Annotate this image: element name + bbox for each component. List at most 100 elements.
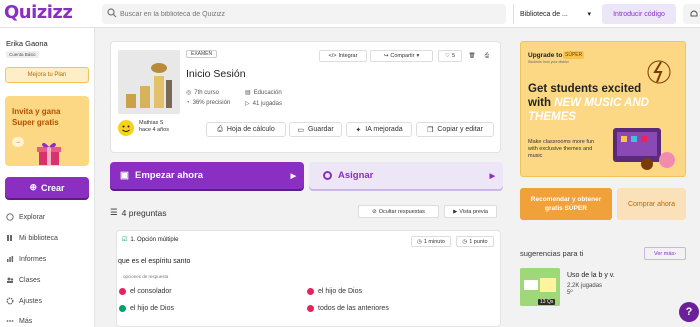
embed-label: Integrar xyxy=(338,53,358,59)
enter-code-button[interactable]: Introducir código xyxy=(602,4,676,24)
assign-icon xyxy=(323,171,332,180)
recommend-button[interactable]: Recomendar y obtener gratis SÚPER xyxy=(520,188,612,220)
subject-text: Educación xyxy=(253,89,282,96)
quizizz-logo[interactable]: Quizizz xyxy=(4,2,73,23)
suggestion-name[interactable]: Uso de la b y v. xyxy=(567,272,615,279)
heart-icon: ♡ xyxy=(445,53,450,59)
library-select[interactable]: Biblioteca de ... ▾ xyxy=(513,4,597,24)
create-label: Crear xyxy=(41,182,65,193)
points-label: 1 punto xyxy=(469,238,488,245)
question-text: que es el espíritu santo xyxy=(118,258,191,265)
plays-text: 41 jugadas xyxy=(252,100,282,107)
library-select-label: Biblioteca de ... xyxy=(520,10,568,18)
accuracy-text: 36% precisión xyxy=(192,100,231,106)
sidebar-item-reports[interactable]: Informes xyxy=(6,252,90,266)
notification-button[interactable] xyxy=(683,4,700,24)
assign-button[interactable]: Asignar ▶ xyxy=(309,162,503,189)
preview-button[interactable]: ▶ Vista previa xyxy=(444,205,497,218)
preview-label: Vista previa xyxy=(459,208,488,215)
embed-button[interactable]: </> Integrar xyxy=(319,50,367,62)
assign-label: Asignar xyxy=(338,170,374,181)
accuracy-icon: ◔ xyxy=(186,100,190,106)
print-button[interactable]: ⎙ xyxy=(481,50,493,62)
promo-body: Make classrooms more fun with exclusive … xyxy=(528,139,595,159)
search-input[interactable] xyxy=(120,6,500,22)
question-type: ☑ 1. Opción múltiple xyxy=(122,236,179,244)
promo-headline-highlight: NEW MUSIC AND xyxy=(554,97,649,109)
like-count: 5 xyxy=(451,53,455,59)
chevron-right-icon: ▶ xyxy=(290,172,296,180)
play-icon: ▷ xyxy=(245,101,250,107)
sidebar-item-label: Informes xyxy=(19,255,47,263)
questions-count: ☰ 4 preguntas xyxy=(110,207,167,218)
start-now-button[interactable]: ▣ Empezar ahora ▶ xyxy=(110,162,304,189)
see-more-label: Ver más xyxy=(653,250,675,257)
super-badge: SÚPER xyxy=(563,51,585,59)
author-time: hace 4 años xyxy=(139,127,169,133)
book-icon: ▤ xyxy=(245,90,251,96)
author-info[interactable]: Mathias Shace 4 años xyxy=(139,120,169,134)
option-text: el consolador xyxy=(130,288,172,295)
promo-upgrade-label: Upgrade to xyxy=(528,52,563,59)
quiz-plays: ▷ 41 jugadas xyxy=(245,100,282,108)
invite-title: Invita y gana Super gratis xyxy=(12,107,61,127)
buy-now-button[interactable]: Comprar ahora xyxy=(617,188,686,220)
settings-icon xyxy=(6,297,14,305)
sidebar-item-settings[interactable]: Ajustes xyxy=(6,294,90,308)
sidebar-item-more[interactable]: Más xyxy=(6,314,90,327)
sidebar-item-label: Clases xyxy=(19,276,41,284)
answer-option: el hijo de Dios xyxy=(119,305,174,312)
arrow-right-icon[interactable]: → xyxy=(12,137,24,147)
suggestion-question-count: 13 Qs xyxy=(538,299,556,305)
option-text: todos de las anteriores xyxy=(318,305,389,312)
sidebar-item-classes[interactable]: Clases xyxy=(6,273,90,287)
account-badge: Cuenta Básic xyxy=(6,51,39,58)
copy-edit-label: Copiar y editar xyxy=(437,126,483,133)
delete-button[interactable]: 🗑 xyxy=(466,50,478,62)
upgrade-plan-button[interactable]: Mejora tu Plan xyxy=(5,67,89,83)
sidebar-item-explore[interactable]: Explorar xyxy=(6,210,90,224)
printer-icon: ⎙ xyxy=(484,52,490,59)
sparkle-icon: ✦ xyxy=(355,126,362,134)
quiz-accuracy: ◔ 36% precisión xyxy=(186,100,230,106)
suggestion-plays: 2.2K jugadas xyxy=(567,283,603,289)
save-button[interactable]: ▭ Guardar xyxy=(289,122,342,137)
hide-answers-label: Ocultar respuestas xyxy=(378,208,425,215)
grade-text: 7th curso xyxy=(194,89,219,96)
help-button[interactable]: ? xyxy=(679,302,699,322)
promo-headline: Get students excited with NEW MUSIC AND … xyxy=(528,82,688,124)
code-icon: </> xyxy=(328,53,337,59)
suggestion-meta: 2.2K jugadas 5º xyxy=(567,283,602,297)
suggestion-grade: 5º xyxy=(567,290,573,296)
list-icon: ☰ xyxy=(110,207,118,217)
avatar[interactable] xyxy=(118,120,134,136)
sidebar-item-label: Mi biblioteca xyxy=(19,234,58,242)
promo-headline-line: with NEW MUSIC AND xyxy=(528,96,688,110)
clock-icon: ◷ xyxy=(417,238,422,245)
eye-off-icon: ⊘ xyxy=(372,208,377,215)
folder-icon: ▭ xyxy=(297,126,304,134)
quiz-grade: ◎ 7th curso xyxy=(186,89,219,97)
copy-icon: ❐ xyxy=(427,126,434,134)
count-label: 4 preguntas xyxy=(121,207,167,218)
quiz-type-tag: EXAMEN xyxy=(186,50,218,58)
sidebar-item-library[interactable]: Mi biblioteca xyxy=(6,231,90,245)
like-button[interactable]: ♡ 5 xyxy=(438,50,462,62)
classes-icon xyxy=(6,276,14,284)
question-type-label: 1. Opción múltiple xyxy=(130,236,179,243)
create-button[interactable]: ⊕ Crear xyxy=(5,177,89,198)
points-icon: ◷ xyxy=(462,238,468,245)
sidebar-item-label: Explorar xyxy=(19,213,46,221)
copy-edit-button[interactable]: ❐ Copiar y editar xyxy=(416,122,494,137)
share-icon: ↪ xyxy=(383,53,389,59)
hide-answers-button[interactable]: ⊘ Ocultar respuestas xyxy=(358,205,439,218)
promo-headline-highlight: THEMES xyxy=(528,111,576,123)
ai-enhance-button[interactable]: ✦ IA mejorada xyxy=(346,122,412,137)
correct-dot-icon xyxy=(119,305,126,312)
grade-icon: ◎ xyxy=(186,90,192,96)
worksheet-button[interactable]: ⎙ Hoja de cálculo xyxy=(206,122,286,137)
sidebar-item-label: Ajustes xyxy=(19,297,42,305)
see-more-button[interactable]: Ver más › xyxy=(644,247,686,260)
share-label: Compartir xyxy=(390,53,415,59)
share-button[interactable]: ↪ Compartir ▾ xyxy=(370,50,433,62)
